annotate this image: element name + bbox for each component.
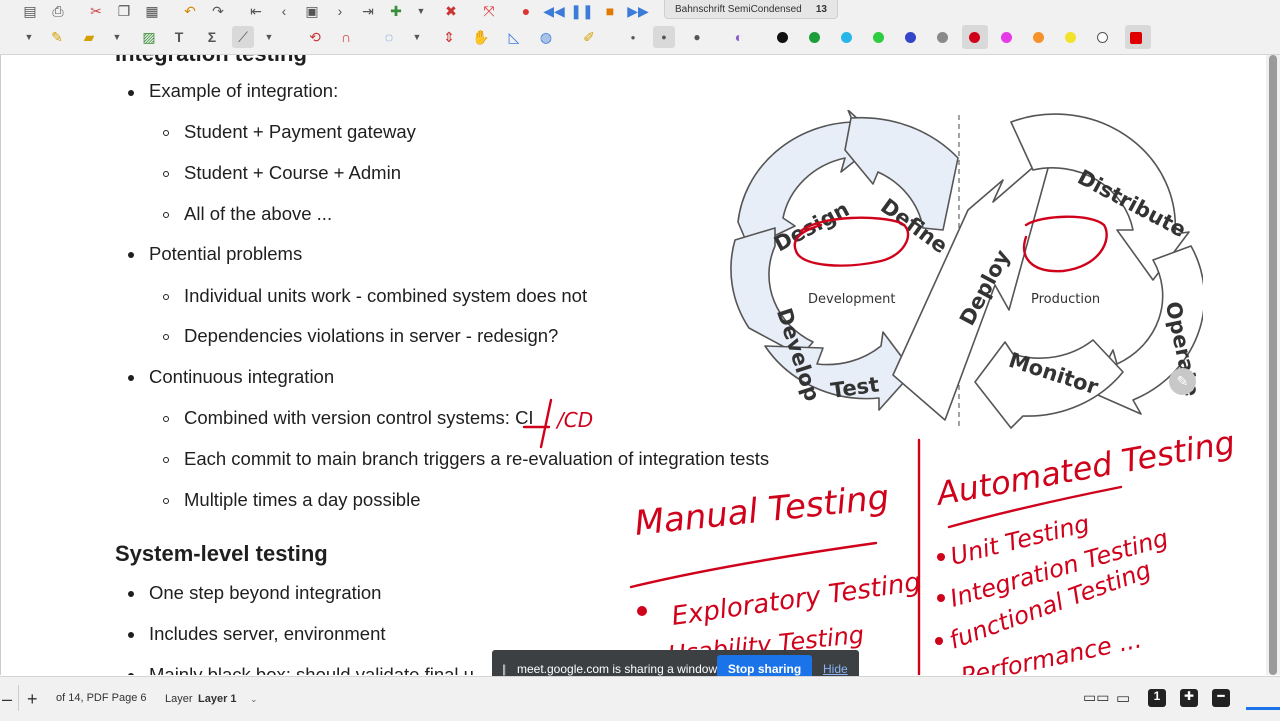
chevron-down-icon[interactable]: ▼ (106, 26, 128, 48)
thin-line-icon[interactable]: ● (622, 26, 644, 48)
record-icon[interactable]: ● (515, 0, 537, 22)
first-page-icon[interactable]: ⇤ (245, 0, 267, 22)
font-selector[interactable]: Bahnschrift SemiCondensed 13 (664, 0, 838, 19)
presentation-icon[interactable]: ▭ (1116, 689, 1134, 707)
progress-indicator (1246, 707, 1280, 710)
zoom-in-icon[interactable]: + (27, 689, 38, 710)
divider (18, 685, 19, 711)
document-page[interactable]: Integration testing Example of integrati… (0, 55, 1267, 675)
color-swatch[interactable] (1065, 32, 1076, 43)
chevron-down-icon[interactable]: ⌄ (250, 694, 258, 705)
pencil-icon[interactable]: ✎ (1169, 368, 1196, 395)
chevron-down-icon[interactable]: ▼ (18, 26, 40, 48)
pen-icon[interactable]: ✎ (46, 26, 68, 48)
scrollbar-thumb[interactable] (1269, 55, 1277, 675)
hide-link[interactable]: Hide (823, 662, 848, 676)
pdf-icon[interactable]: ▤ (19, 0, 41, 22)
color-swatch[interactable] (777, 32, 788, 43)
drag-handle-icon[interactable]: || (502, 662, 506, 676)
stop-icon[interactable]: ■ (599, 0, 621, 22)
layer-select[interactable]: Layer 1 (198, 693, 237, 705)
chevron-down-icon[interactable]: ▼ (258, 26, 280, 48)
toolbar-row-2: ▼ ✎ ▰ ▼ ▨ T Σ ⟋ ▼ ⟲ ∩ ◌ ▼ ⇕ ✋ ◺ ◍ ✐ ● ● … (0, 26, 1280, 50)
image-icon[interactable]: ▨ (138, 26, 160, 48)
ink-text: /CD Manual Testing Exploratory Testing U… (555, 408, 1238, 675)
vertical-space-icon[interactable]: ⇕ (438, 26, 460, 48)
color-swatch[interactable] (1097, 32, 1108, 43)
color-swatch[interactable] (841, 32, 852, 43)
rewind-icon[interactable]: ◀◀ (543, 0, 565, 22)
formula-icon[interactable]: Σ (201, 26, 223, 48)
text-tool-icon[interactable]: T (168, 26, 190, 48)
cut-icon[interactable]: ✂ (85, 0, 107, 22)
eraser-icon[interactable]: ⟲ (304, 26, 326, 48)
toolbar: ▤ ⎙ ✂ ❐ ▦ ↶ ↷ ⇤ ‹ ▣ › ⇥ ✚ ▼ ✖ ⤧ ● ◀◀ ❚❚ … (0, 0, 1280, 55)
color-swatch[interactable] (937, 32, 948, 43)
chevron-down-icon[interactable]: ▼ (406, 26, 428, 48)
zoom-fit-icon[interactable]: ✚ (1180, 689, 1198, 707)
color-swatch[interactable] (809, 32, 820, 43)
zoom-out-icon[interactable]: – (2, 689, 12, 710)
ink-manual-item: Exploratory Testing (670, 567, 923, 632)
status-bar: – + of 14, PDF Page 6 Layer Layer 1 ⌄ ▭▭… (0, 676, 1280, 721)
zoom-reset-icon[interactable]: ━ (1212, 689, 1230, 707)
add-page-icon[interactable]: ✚ (385, 0, 407, 22)
redo-icon[interactable]: ↷ (207, 0, 229, 22)
compass-icon[interactable]: ◍ (535, 26, 557, 48)
ink-slash (539, 398, 553, 449)
hand-icon[interactable]: ✋ (470, 26, 492, 48)
font-size: 13 (815, 3, 827, 15)
ink-circle-production (1022, 215, 1108, 273)
fast-forward-icon[interactable]: ▶▶ (627, 0, 649, 22)
print-icon[interactable]: ⎙ (47, 0, 69, 22)
chevron-down-icon[interactable]: ▼ (410, 0, 432, 22)
goto-page-icon[interactable]: ▣ (301, 0, 323, 22)
font-name: Bahnschrift SemiCondensed (675, 3, 802, 15)
next-page-icon[interactable]: › (329, 0, 351, 22)
ink-manual-title: Manual Testing (633, 477, 891, 543)
last-page-icon[interactable]: ⇥ (357, 0, 379, 22)
lasso-icon[interactable]: ◌ (378, 26, 400, 48)
two-pages-icon[interactable]: ▭▭ (1083, 689, 1109, 707)
color-swatch[interactable] (1033, 32, 1044, 43)
ink-circle-development (793, 216, 910, 267)
undo-icon[interactable]: ↶ (179, 0, 201, 22)
medium-line-icon[interactable]: ● (653, 26, 675, 48)
color-swatch[interactable] (1001, 32, 1012, 43)
magnet-icon[interactable]: ∩ (335, 26, 357, 48)
set-square-icon[interactable]: ◺ (503, 26, 525, 48)
ink-layer: /CD Manual Testing Exploratory Testing U… (522, 215, 1238, 675)
color-swatch[interactable] (905, 32, 916, 43)
layer-label: Layer (165, 693, 193, 705)
ruler-icon[interactable]: ⟋ (232, 26, 254, 48)
share-message: meet.google.com is sharing a window. (517, 662, 720, 676)
color-swatch[interactable] (873, 32, 884, 43)
vertical-scrollbar[interactable] (1266, 55, 1280, 675)
zoom-100-icon[interactable]: 1 (1148, 689, 1166, 707)
prev-page-icon[interactable]: ‹ (273, 0, 295, 22)
toolbar-row-1: ▤ ⎙ ✂ ❐ ▦ ↶ ↷ ⇤ ‹ ▣ › ⇥ ✚ ▼ ✖ ⤧ ● ◀◀ ❚❚ … (0, 0, 1280, 24)
fill-icon[interactable]: ◐ (728, 26, 750, 48)
delete-page-icon[interactable]: ✖ (440, 0, 462, 22)
page-info: of 14, PDF Page 6 (56, 692, 147, 704)
copy-icon[interactable]: ❐ (113, 0, 135, 22)
default-tool-icon[interactable]: ✐ (578, 26, 600, 48)
paste-icon[interactable]: ▦ (141, 0, 163, 22)
custom-color-swatch[interactable] (1130, 32, 1142, 44)
highlighter-icon[interactable]: ▰ (78, 26, 100, 48)
color-swatch[interactable] (969, 32, 980, 43)
fullscreen-icon[interactable]: ⤧ (478, 0, 500, 22)
pause-icon[interactable]: ❚❚ (570, 0, 593, 22)
ink-auto-title: Automated Testing (932, 423, 1238, 513)
thick-line-icon[interactable]: ● (686, 26, 708, 48)
ink-cd: /CD (555, 408, 593, 432)
